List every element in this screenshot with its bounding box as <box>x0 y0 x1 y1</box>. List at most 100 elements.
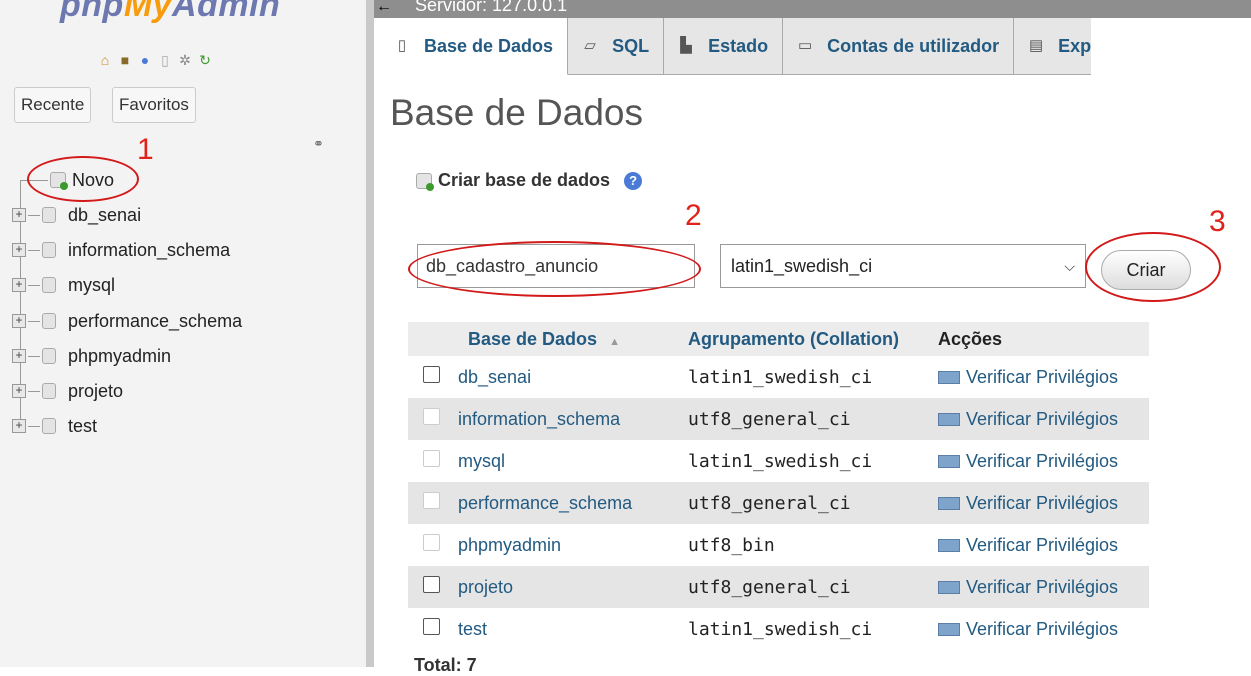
database-link[interactable]: test <box>458 608 688 650</box>
check-privileges-link[interactable]: Verificar Privilégios <box>938 356 1149 398</box>
help-icon[interactable]: ● <box>137 52 153 68</box>
database-icon <box>42 207 56 223</box>
database-link[interactable]: performance_schema <box>458 482 688 524</box>
collation-cell: latin1_swedish_ci <box>688 618 873 640</box>
logo-admin-text: Admin <box>172 0 281 24</box>
table-row: projeto utf8_general_ci Verificar Privil… <box>408 566 1149 608</box>
collation-select[interactable]: latin1_swedish_ci ⌵ <box>720 244 1086 288</box>
databases-table: Base de Dados ▲ Agrupamento (Collation) A… <box>408 322 1149 650</box>
check-privileges-label: Verificar Privilégios <box>966 576 1119 597</box>
annotation-ellipse <box>1085 232 1221 302</box>
column-header-collation[interactable]: Agrupamento (Collation) <box>688 322 938 356</box>
logo-my-text: My <box>123 0 173 24</box>
check-privileges-label: Verificar Privilégios <box>966 534 1119 555</box>
check-privileges-link[interactable]: Verificar Privilégios <box>938 608 1149 650</box>
expand-icon[interactable]: + <box>12 243 26 257</box>
expand-icon[interactable]: + <box>12 349 26 363</box>
row-checkbox <box>423 450 440 467</box>
tab-label: Exp <box>1058 35 1092 56</box>
total-count: Total: 7 <box>414 655 477 675</box>
check-privileges-link[interactable]: Verificar Privilégios <box>938 440 1149 482</box>
check-privileges-link[interactable]: Verificar Privilégios <box>938 524 1149 566</box>
database-link[interactable]: phpmyadmin <box>458 524 688 566</box>
server-breadcrumb[interactable]: Servidor: 127.0.0.1 <box>415 0 567 15</box>
check-privileges-link[interactable]: Verificar Privilégios <box>938 482 1149 524</box>
sidebar-resizer[interactable] <box>366 0 374 667</box>
database-link[interactable]: db_senai <box>458 356 688 398</box>
tab-sql[interactable]: ▱ SQL <box>568 18 665 74</box>
row-select-cell <box>408 524 458 566</box>
collation-cell: latin1_swedish_ci <box>688 450 873 472</box>
row-checkbox <box>423 408 440 425</box>
check-privileges-link[interactable]: Verificar Privilégios <box>938 566 1149 608</box>
home-icon[interactable]: ⌂ <box>97 52 113 68</box>
row-checkbox[interactable] <box>423 618 440 635</box>
tree-item-db[interactable]: + information_schema <box>12 235 230 265</box>
tab-label: Base de Dados <box>424 35 554 56</box>
expand-icon[interactable]: + <box>12 314 26 328</box>
annotation-ellipse <box>408 241 701 297</box>
tree-item-db[interactable]: + db_senai <box>12 200 141 230</box>
new-database-icon <box>416 172 434 191</box>
tree-item-label: phpmyadmin <box>68 346 172 366</box>
annotation-number: 2 <box>685 199 702 232</box>
tree-item-label: db_senai <box>68 205 142 225</box>
database-link[interactable]: projeto <box>458 566 688 608</box>
tree-item-db[interactable]: + phpmyadmin <box>12 341 171 371</box>
expand-icon[interactable]: + <box>12 384 26 398</box>
column-header-label: Base de Dados <box>468 328 598 349</box>
collation-cell: utf8_general_ci <box>688 566 938 608</box>
privileges-icon <box>938 581 960 595</box>
tab-export[interactable]: ▤ Exp <box>1014 18 1092 74</box>
expand-icon[interactable]: + <box>12 419 26 433</box>
collation-cell: utf8_general_ci <box>688 482 938 524</box>
tree-item-db[interactable]: + test <box>12 411 97 441</box>
tab-label: Contas de utilizador <box>827 35 1000 56</box>
select-column-header <box>408 322 458 356</box>
row-checkbox[interactable] <box>423 576 440 593</box>
tree-item-db[interactable]: + projeto <box>12 376 123 406</box>
check-privileges-label: Verificar Privilégios <box>966 408 1119 429</box>
database-icon: ▯ <box>397 37 407 54</box>
row-select-cell <box>408 608 458 650</box>
table-row: performance_schema utf8_general_ci Verif… <box>408 482 1149 524</box>
reload-icon[interactable]: ↻ <box>197 52 213 68</box>
tree-item-db[interactable]: + performance_schema <box>12 306 242 336</box>
top-tabs: ▯ Base de Dados ▱ SQL ▙ Estado ▭ Contas de u… <box>380 18 1092 75</box>
favorites-tab[interactable]: Favoritos <box>112 87 196 123</box>
table-row: information_schema utf8_general_ci Verif… <box>408 398 1149 440</box>
tree-connector <box>28 355 40 357</box>
docs-icon[interactable]: ▯ <box>157 52 173 68</box>
database-link[interactable]: mysql <box>458 440 688 482</box>
tab-databases[interactable]: ▯ Base de Dados <box>380 18 569 75</box>
row-select-cell <box>408 566 458 608</box>
collation-cell: utf8_bin <box>688 534 775 556</box>
tab-user-accounts[interactable]: ▭ Contas de utilizador <box>783 18 1015 74</box>
page-title: Base de Dados <box>390 92 644 133</box>
tree-connector <box>28 284 40 286</box>
logout-icon[interactable]: ■ <box>117 52 133 68</box>
expand-icon[interactable]: + <box>12 208 26 222</box>
phpmyadmin-logo[interactable]: phpMyAdmin <box>60 0 280 25</box>
collapse-arrow-icon[interactable]: ← <box>376 0 394 20</box>
tree-item-db[interactable]: + mysql <box>12 270 115 300</box>
check-privileges-link[interactable]: Verificar Privilégios <box>938 398 1149 440</box>
row-checkbox <box>423 492 440 509</box>
server-breadcrumb-bar: ← Servidor: 127.0.0.1 <box>374 0 1251 18</box>
settings-icon[interactable]: ✲ <box>177 52 193 68</box>
link-icon[interactable]: ⚭ <box>313 136 324 152</box>
tab-status[interactable]: ▙ Estado <box>664 18 784 74</box>
tree-item-label: projeto <box>68 381 124 401</box>
expand-icon[interactable]: + <box>12 278 26 292</box>
privileges-icon <box>938 455 960 469</box>
recent-tab[interactable]: Recente <box>14 87 92 123</box>
check-privileges-label: Verificar Privilégios <box>966 366 1119 387</box>
create-database-heading: Criar base de dados ? <box>416 170 643 191</box>
database-icon <box>42 348 56 364</box>
help-icon[interactable]: ? <box>624 171 643 190</box>
database-link[interactable]: information_schema <box>458 398 688 440</box>
column-header-name[interactable]: Base de Dados ▲ <box>458 322 688 356</box>
row-checkbox[interactable] <box>423 366 440 383</box>
database-icon <box>42 313 56 329</box>
row-checkbox <box>423 534 440 551</box>
